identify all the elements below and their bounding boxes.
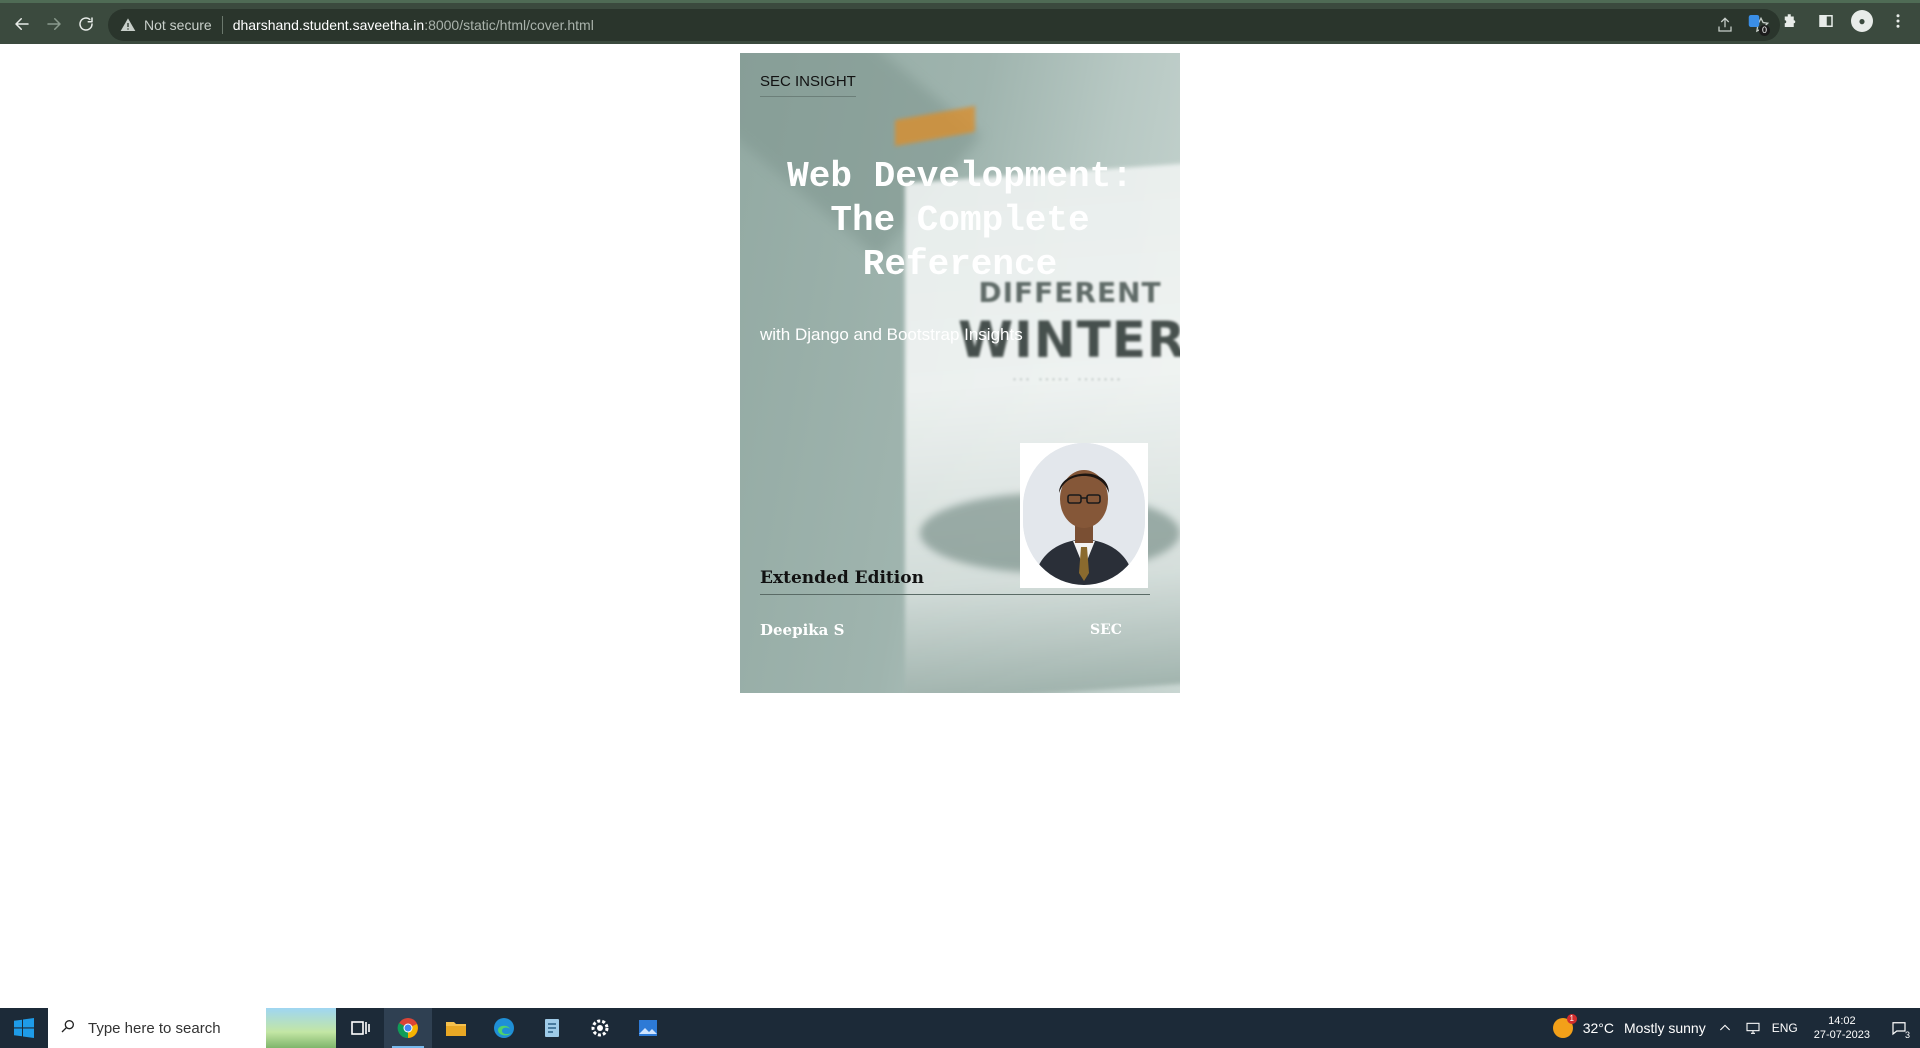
network-icon[interactable] xyxy=(1744,1019,1762,1037)
taskbar-edge[interactable] xyxy=(480,1008,528,1048)
kebab-menu-icon xyxy=(1896,14,1900,28)
taskbar-settings[interactable] xyxy=(576,1008,624,1048)
url-host[interactable]: dharshand.student.saveetha.in xyxy=(233,17,424,33)
profile-avatar[interactable]: ● xyxy=(1850,9,1874,33)
warning-icon xyxy=(120,17,136,33)
brand-label: SEC INSIGHT xyxy=(760,73,856,97)
folder-icon xyxy=(446,1022,466,1036)
author-name: Deepika S xyxy=(760,621,845,639)
publisher-name: SEC xyxy=(1090,622,1122,638)
author-photo xyxy=(1023,443,1145,585)
task-view-button[interactable] xyxy=(336,1008,384,1048)
profile-icon: ● xyxy=(1851,10,1873,32)
taskbar-chrome[interactable] xyxy=(384,1008,432,1048)
gear-icon xyxy=(591,1019,609,1037)
book-cover: DIFFERENT WINTER ··· ····· ······· SEC I… xyxy=(740,53,1180,693)
edition-label: Extended Edition xyxy=(760,568,924,588)
taskbar-search-box[interactable]: Type here to search xyxy=(48,1008,336,1048)
arrow-left-icon xyxy=(15,17,29,30)
forward-button[interactable] xyxy=(38,8,70,40)
weather-sun-icon[interactable]: 1 xyxy=(1552,1014,1577,1038)
author-photo-frame xyxy=(1020,443,1148,588)
show-hidden-icons-chevron-icon[interactable] xyxy=(1716,1019,1734,1037)
extension-badge-icon[interactable]: 0 xyxy=(1742,9,1770,36)
share-icon[interactable] xyxy=(1716,16,1734,34)
url-path[interactable]: :8000/static/html/cover.html xyxy=(424,17,594,33)
clock-time: 14:02 xyxy=(1828,1015,1856,1027)
chrome-icon xyxy=(397,1018,418,1039)
search-highlight-image xyxy=(266,1008,336,1048)
browser-menu-button[interactable] xyxy=(1886,9,1910,33)
background-book-subtitle: ··· ····· ······· xyxy=(1012,373,1124,386)
search-icon xyxy=(60,1018,76,1039)
weather-condition[interactable]: Mostly sunny xyxy=(1624,1020,1706,1036)
weather-alert-badge: 1 xyxy=(1566,1014,1577,1024)
system-tray: 1 32°C Mostly sunny ENG 14:02 27-07-2023… xyxy=(1552,1008,1920,1048)
search-placeholder: Type here to search xyxy=(88,1019,221,1037)
back-button[interactable] xyxy=(6,8,38,40)
reload-button[interactable] xyxy=(70,8,102,40)
security-status[interactable]: Not secure xyxy=(144,17,212,33)
start-button[interactable] xyxy=(0,1008,48,1048)
clock[interactable]: 14:02 27-07-2023 xyxy=(1814,1014,1870,1042)
weather-temperature[interactable]: 32°C xyxy=(1583,1020,1614,1036)
reload-icon xyxy=(79,16,93,31)
notepad-icon xyxy=(545,1019,559,1037)
address-bar[interactable]: Not secure dharshand.student.saveetha.in… xyxy=(108,9,1780,41)
clock-date: 27-07-2023 xyxy=(1813,1029,1870,1041)
photos-icon xyxy=(639,1020,657,1036)
arrow-right-icon xyxy=(47,17,61,30)
notification-center-button[interactable]: 3 xyxy=(1886,1008,1912,1048)
extension-count: 0 xyxy=(1758,25,1770,36)
edition-divider xyxy=(760,594,1150,595)
taskbar-notepad[interactable] xyxy=(528,1008,576,1048)
taskbar: Type here to search 1 32°C Mostly sunny … xyxy=(0,1008,1920,1048)
taskbar-photos[interactable] xyxy=(624,1008,672,1048)
cover-subtitle: with Django and Bootstrap Insights xyxy=(760,325,1023,344)
address-divider xyxy=(221,16,223,34)
browser-toolbar: Not secure dharshand.student.saveetha.in… xyxy=(0,0,1920,44)
edge-icon xyxy=(494,1018,514,1038)
notification-count: 3 xyxy=(1904,1030,1910,1040)
side-panel-icon[interactable] xyxy=(1814,9,1838,33)
language-indicator[interactable]: ENG xyxy=(1772,1021,1798,1035)
extensions-puzzle-icon[interactable] xyxy=(1778,9,1802,33)
taskbar-file-explorer[interactable] xyxy=(432,1008,480,1048)
person-portrait-icon xyxy=(1023,443,1145,585)
cover-title: Web Development: The Complete Reference xyxy=(787,156,1133,285)
windows-logo-icon xyxy=(14,1018,34,1038)
task-view-icon xyxy=(351,1021,370,1035)
